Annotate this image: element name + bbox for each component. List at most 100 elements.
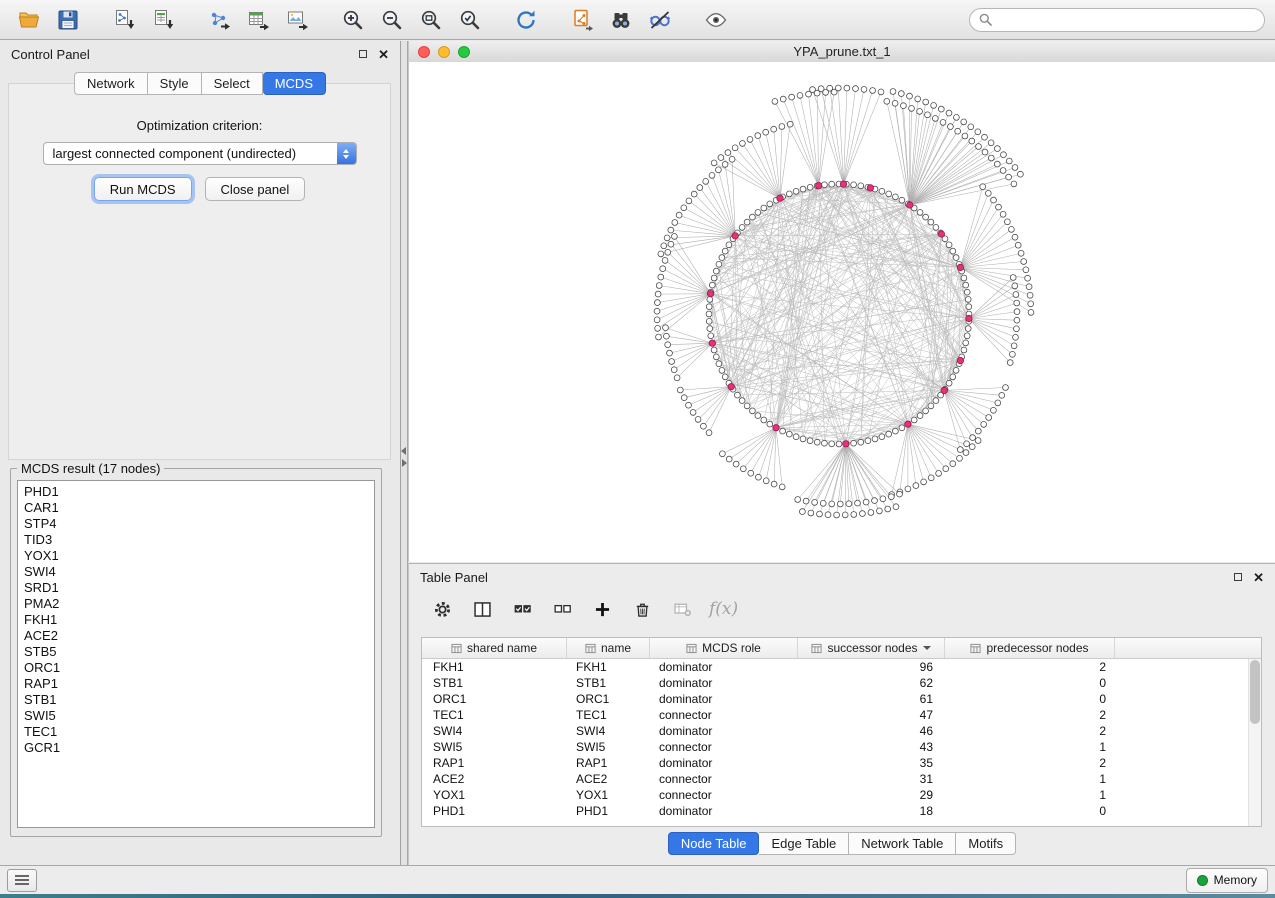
mcds-result-item[interactable]: YOX1	[24, 548, 374, 564]
zoom-selected-button[interactable]	[451, 4, 488, 36]
tab-network[interactable]: Network	[74, 72, 148, 95]
run-mcds-button[interactable]: Run MCDS	[94, 177, 192, 201]
table-scrollbar[interactable]	[1248, 659, 1261, 826]
table-row[interactable]: SWI5SWI5connector431	[422, 739, 1261, 755]
table-cell: 0	[945, 692, 1115, 706]
mcds-result-list[interactable]: PHD1CAR1STP4TID3YOX1SWI4SRD1PMA2FKH1ACE2…	[17, 480, 375, 828]
mcds-result-item[interactable]: STB1	[24, 692, 374, 708]
refresh-button[interactable]	[507, 4, 544, 36]
import-network-button[interactable]	[105, 4, 142, 36]
mcds-result-item[interactable]: SWI4	[24, 564, 374, 580]
add-column-button[interactable]	[589, 596, 615, 622]
export-image-button[interactable]	[278, 4, 315, 36]
criterion-selected-value: largest connected component (undirected)	[53, 146, 337, 161]
mcds-result-item[interactable]: PHD1	[24, 484, 374, 500]
network-canvas[interactable]	[409, 62, 1275, 562]
table-cell: PHD1	[422, 804, 567, 818]
scrollbar-thumb[interactable]	[1250, 660, 1260, 724]
delete-columns-button[interactable]	[629, 596, 655, 622]
panel-splitter[interactable]	[401, 41, 408, 866]
mcds-result-item[interactable]: RAP1	[24, 676, 374, 692]
find-button[interactable]	[602, 4, 639, 36]
table-cell: 31	[798, 772, 945, 786]
column-header-mcds-role[interactable]: MCDS role	[650, 638, 798, 658]
export-table-button[interactable]	[239, 4, 276, 36]
table-row[interactable]: PHD1PHD1dominator180	[422, 803, 1261, 819]
panel-toggle-button[interactable]	[7, 869, 37, 892]
clone-network-button[interactable]	[563, 4, 600, 36]
table-row[interactable]: SWI4SWI4dominator462	[422, 723, 1261, 739]
mcds-result-item[interactable]: ACE2	[24, 628, 374, 644]
table-row[interactable]: ORC1ORC1dominator610	[422, 691, 1261, 707]
table-row[interactable]: TEC1TEC1connector472	[422, 707, 1261, 723]
table-tabs: Node TableEdge TableNetwork TableMotifs	[409, 832, 1275, 855]
tab-edge-table[interactable]: Edge Table	[759, 832, 849, 855]
mcds-result-item[interactable]: FKH1	[24, 612, 374, 628]
table-panel-close-button[interactable]: ✕	[1253, 571, 1264, 584]
table-cell: TEC1	[567, 708, 650, 722]
save-session-button[interactable]	[49, 4, 86, 36]
node-table-body: FKH1FKH1dominator962STB1STB1dominator620…	[422, 659, 1261, 819]
mcds-result-item[interactable]: STB5	[24, 644, 374, 660]
control-panel-close-button[interactable]: ✕	[378, 48, 389, 61]
open-session-button[interactable]	[10, 4, 47, 36]
column-header-successor-nodes[interactable]: successor nodes	[798, 638, 945, 658]
mcds-result-item[interactable]: TID3	[24, 532, 374, 548]
tab-mcds[interactable]: MCDS	[263, 72, 326, 95]
mcds-result-item[interactable]: TEC1	[24, 724, 374, 740]
clear-table-button[interactable]	[669, 596, 695, 622]
criterion-select[interactable]: largest connected component (undirected)	[43, 142, 357, 165]
control-panel-tabs: NetworkStyleSelectMCDS	[0, 72, 400, 95]
memory-button[interactable]: Memory	[1186, 868, 1268, 893]
mcds-tab-content: Optimization criterion: largest connecte…	[8, 83, 391, 460]
control-panel-float-button[interactable]	[359, 50, 367, 58]
window-minimize-button[interactable]	[438, 46, 450, 58]
table-cell: RAP1	[422, 756, 567, 770]
window-close-button[interactable]	[418, 46, 430, 58]
mcds-result-item[interactable]: GCR1	[24, 740, 374, 756]
zoom-fit-button[interactable]	[412, 4, 449, 36]
select-stepper-icon	[337, 143, 356, 164]
mcds-result-item[interactable]: CAR1	[24, 500, 374, 516]
table-row[interactable]: YOX1YOX1connector291	[422, 787, 1261, 803]
toggle-graphics-details-button[interactable]	[641, 4, 678, 36]
table-row[interactable]: FKH1FKH1dominator962	[422, 659, 1261, 675]
table-cell: YOX1	[422, 788, 567, 802]
window-zoom-button[interactable]	[458, 46, 470, 58]
open-session-icon	[17, 8, 41, 32]
deselect-all-button[interactable]	[549, 596, 575, 622]
column-header-predecessor-nodes[interactable]: predecessor nodes	[945, 638, 1115, 658]
delete-columns-icon	[632, 599, 653, 620]
tab-style[interactable]: Style	[148, 72, 202, 95]
show-columns-button[interactable]	[469, 596, 495, 622]
mcds-result-item[interactable]: STP4	[24, 516, 374, 532]
import-table-button[interactable]	[144, 4, 181, 36]
table-row[interactable]: RAP1RAP1dominator352	[422, 755, 1261, 771]
select-all-button[interactable]	[509, 596, 535, 622]
memory-status-icon	[1197, 875, 1208, 886]
mcds-result-item[interactable]: ORC1	[24, 660, 374, 676]
tab-motifs[interactable]: Motifs	[956, 832, 1016, 855]
table-row[interactable]: ACE2ACE2connector311	[422, 771, 1261, 787]
table-cell: RAP1	[567, 756, 650, 770]
zoom-in-button[interactable]	[334, 4, 371, 36]
zoom-out-button[interactable]	[373, 4, 410, 36]
close-panel-button[interactable]: Close panel	[205, 177, 306, 201]
tab-select[interactable]: Select	[202, 72, 263, 95]
table-cell: 96	[798, 660, 945, 674]
show-graphics-details-button[interactable]	[697, 4, 734, 36]
mcds-result-item[interactable]: PMA2	[24, 596, 374, 612]
table-panel-float-button[interactable]	[1234, 573, 1242, 581]
tab-network-table[interactable]: Network Table	[849, 832, 956, 855]
table-row[interactable]: STB1STB1dominator620	[422, 675, 1261, 691]
search-input[interactable]	[998, 11, 1255, 28]
table-cell: dominator	[650, 692, 798, 706]
column-header-shared-name[interactable]: shared name	[422, 638, 567, 658]
function-builder-button[interactable]: f(x)	[709, 599, 738, 619]
column-header-name[interactable]: name	[567, 638, 650, 658]
table-options-button[interactable]	[429, 596, 455, 622]
tab-node-table[interactable]: Node Table	[668, 832, 760, 855]
export-network-button[interactable]	[200, 4, 237, 36]
mcds-result-item[interactable]: SRD1	[24, 580, 374, 596]
mcds-result-item[interactable]: SWI5	[24, 708, 374, 724]
